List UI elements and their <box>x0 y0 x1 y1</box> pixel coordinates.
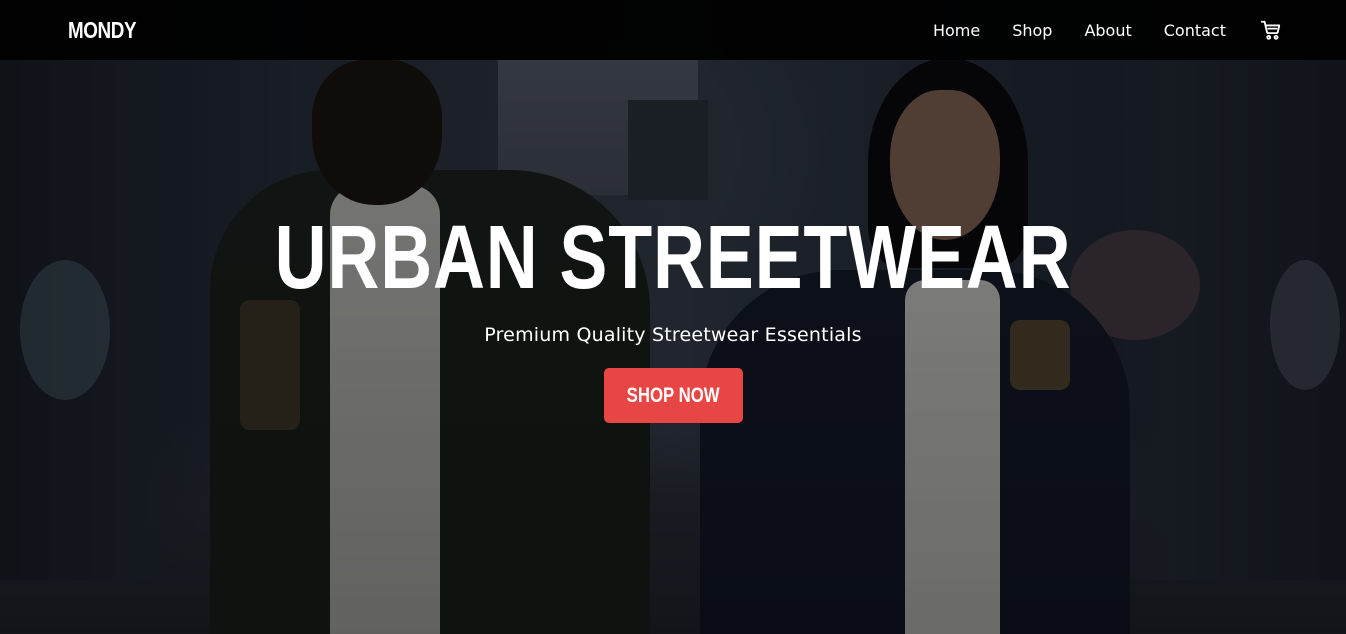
shop-now-button[interactable]: SHOP NOW <box>603 368 743 423</box>
landing-page: MONDY Home Shop About Contact URBAN STRE… <box>0 0 1346 634</box>
hero-section: URBAN STREETWEAR Premium Quality Streetw… <box>0 0 1346 634</box>
shop-now-label: SHOP NOW <box>626 383 720 407</box>
hero-title: URBAN STREETWEAR <box>274 208 1072 308</box>
hero-subtitle: Premium Quality Streetwear Essentials <box>484 324 862 346</box>
